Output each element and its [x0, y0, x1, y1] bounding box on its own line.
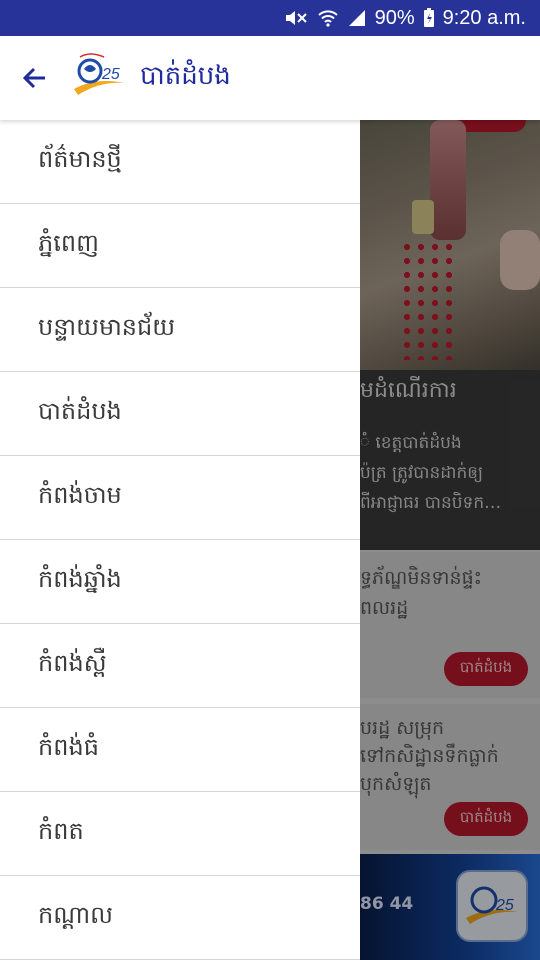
back-button[interactable]	[0, 36, 70, 120]
menu-item-label: កំពង់ធំ	[38, 733, 99, 761]
app-logo: 25	[70, 49, 128, 107]
battery-icon	[423, 8, 435, 28]
app-title: បាត់ដំបង	[140, 61, 231, 91]
menu-item-label: កំពង់ចាម	[38, 481, 122, 509]
menu-item-kampong-cham[interactable]: កំពង់ចាម	[0, 456, 360, 540]
menu-item-kampong-speu[interactable]: កំពង់ស្ពឺ	[0, 624, 360, 708]
menu-item-label: កំពត	[38, 817, 84, 845]
menu-item-kandal[interactable]: កណ្ដាល	[0, 876, 360, 960]
mute-icon	[283, 8, 309, 28]
svg-text:25: 25	[101, 66, 120, 83]
menu-item-label: ភ្នំពេញ	[38, 229, 99, 257]
menu-item-kampong-thom[interactable]: កំពង់ធំ	[0, 708, 360, 792]
clock: 9:20 a.m.	[442, 6, 526, 29]
app-bar: 25 បាត់ដំបង	[0, 36, 540, 120]
wifi-icon	[317, 8, 339, 28]
menu-item-kampong-chhnang[interactable]: កំពង់ឆ្នាំង	[0, 540, 360, 624]
menu-item-label: កណ្ដាល	[38, 901, 113, 929]
menu-item-banteay-meanchey[interactable]: បន្ទាយមានជ័យ	[0, 288, 360, 372]
menu-item-label: បន្ទាយមានជ័យ	[38, 313, 176, 341]
status-bar: 90% 9:20 a.m.	[0, 0, 540, 36]
menu-item-latest-news[interactable]: ព័ត៌មានថ្មី	[0, 120, 360, 204]
signal-icon	[347, 8, 367, 28]
navigation-drawer: ព័ត៌មានថ្មី ភ្នំពេញ បន្ទាយមានជ័យ បាត់ដំប…	[0, 120, 360, 960]
menu-item-kampot[interactable]: កំពត	[0, 792, 360, 876]
battery-percent: 90%	[374, 6, 415, 29]
menu-item-battambang[interactable]: បាត់ដំបង	[0, 372, 360, 456]
arrow-left-icon	[22, 67, 45, 89]
menu-item-label: កំពង់ឆ្នាំង	[38, 565, 122, 593]
menu-item-label: ព័ត៌មានថ្មី	[38, 145, 122, 173]
menu-item-label: បាត់ដំបង	[38, 397, 122, 425]
menu-item-phnom-penh[interactable]: ភ្នំពេញ	[0, 204, 360, 288]
menu-item-label: កំពង់ស្ពឺ	[38, 649, 107, 677]
